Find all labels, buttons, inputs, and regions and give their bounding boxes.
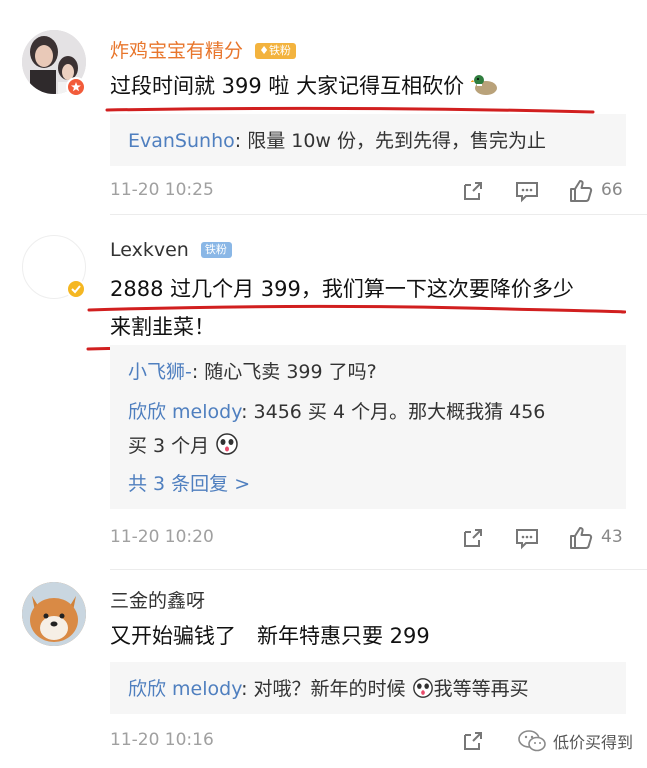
share-icon[interactable] — [458, 523, 488, 553]
fan-badge: 铁粉 — [200, 242, 232, 258]
comment-meta: 11-20 10:25 66 — [0, 176, 647, 206]
like-count: 66 — [601, 180, 623, 200]
comment-text: 过段时间就 399 啦 大家记得互相砍价 — [110, 70, 499, 100]
username-text: 炸鸡宝宝有精分 — [110, 40, 244, 62]
reply-box[interactable]: EvanSunho: 限量 10w 份，先到先得，售完为止 — [110, 114, 626, 166]
timestamp: 11-20 10:25 — [110, 180, 214, 200]
comment-1: 炸鸡宝宝有精分 ♦铁粉 过段时间就 399 啦 大家记得互相砍价 EvanSun… — [0, 0, 647, 215]
reply-text: : 3456 买 4 个月。那大概我猜 456 — [241, 401, 546, 423]
reply-text: : 随心飞卖 399 了吗? — [191, 361, 377, 383]
reply-item: 小飞狮-: 随心飞卖 399 了吗? — [128, 357, 377, 384]
wechat-logo-icon — [518, 730, 546, 752]
comment-username[interactable]: Lexkven 铁粉 — [110, 239, 232, 261]
reply-item-continued: 买 3 个月 — [128, 431, 239, 458]
username-text: 三金的鑫呀 — [110, 590, 206, 612]
reply-text: 买 3 个月 — [128, 435, 210, 457]
share-icon[interactable] — [458, 176, 488, 206]
comment-text-line-1: 2888 过几个月 399，我们算一下这次要降价多少 — [110, 277, 574, 301]
username-text: Lexkven — [110, 239, 189, 261]
reply-username[interactable]: 小飞狮- — [128, 361, 192, 383]
comment-2: Lexkven 铁粉 2888 过几个月 399，我们算一下这次要降价多少 来割… — [0, 215, 647, 570]
like-icon[interactable] — [566, 523, 596, 553]
comment-text: 来割韭菜！ — [110, 311, 215, 341]
fan-badge-label: 铁粉 — [204, 243, 227, 256]
timestamp: 11-20 10:20 — [110, 527, 214, 547]
watermark-text: 低价买得到 — [552, 733, 633, 752]
comment-meta: 11-20 10:20 43 — [0, 523, 647, 553]
reply-box[interactable]: 小飞狮-: 随心飞卖 399 了吗? 欣欣 melody: 3456 买 4 个… — [110, 345, 626, 509]
avatar[interactable] — [22, 582, 86, 646]
shocked-face-emoji-icon — [412, 678, 433, 698]
reply-item: 欣欣 melody: 3456 买 4 个月。那大概我猜 456 — [128, 397, 545, 424]
watermark: 低价买得到 — [517, 728, 633, 754]
comment-text-body: 又开始骗钱了 新年特惠只要 299 — [110, 624, 430, 648]
reply-text: : 限量 10w 份，先到先得，售完为止 — [234, 130, 546, 152]
like-count: 43 — [601, 527, 623, 547]
more-replies-link[interactable]: 共 3 条回复 > — [128, 469, 250, 496]
duck-emoji-icon — [470, 75, 497, 95]
reply-username[interactable]: 欣欣 melody — [128, 678, 241, 700]
comment-username[interactable]: 三金的鑫呀 — [110, 586, 205, 613]
comment-text-body: 过段时间就 399 啦 大家记得互相砍价 — [110, 74, 465, 98]
reply-username[interactable]: 欣欣 melody — [128, 401, 241, 423]
reply-box[interactable]: 欣欣 melody: 对哦？新年的时候 我等等再买 — [110, 662, 626, 714]
share-icon[interactable] — [458, 726, 488, 756]
comment-text: 又开始骗钱了 新年特惠只要 299 — [110, 620, 430, 650]
fan-badge: ♦铁粉 — [255, 43, 296, 59]
comment-text-line-2: 来割韭菜！ — [110, 315, 215, 339]
shiba-dog-avatar-icon — [22, 582, 86, 646]
verified-badge-icon — [66, 77, 86, 97]
reply-item: 欣欣 melody: 对哦？新年的时候 我等等再买 — [128, 674, 529, 701]
reply-username[interactable]: EvanSunho — [128, 130, 235, 152]
like-icon[interactable] — [566, 176, 596, 206]
reply-text: 我等等再买 — [433, 678, 529, 700]
reply-text: : 对哦？新年的时候 — [241, 678, 406, 700]
comment-text: 2888 过几个月 399，我们算一下这次要降价多少 — [110, 273, 574, 303]
comment-icon[interactable] — [512, 176, 542, 206]
timestamp: 11-20 10:16 — [110, 730, 214, 750]
comment-icon[interactable] — [512, 523, 542, 553]
verified-badge-icon — [66, 279, 86, 299]
fan-badge-label: 铁粉 — [268, 44, 291, 57]
reply-item: EvanSunho: 限量 10w 份，先到先得，售完为止 — [128, 126, 546, 153]
comment-username[interactable]: 炸鸡宝宝有精分 ♦铁粉 — [110, 36, 296, 63]
shocked-face-emoji-icon — [216, 433, 238, 455]
